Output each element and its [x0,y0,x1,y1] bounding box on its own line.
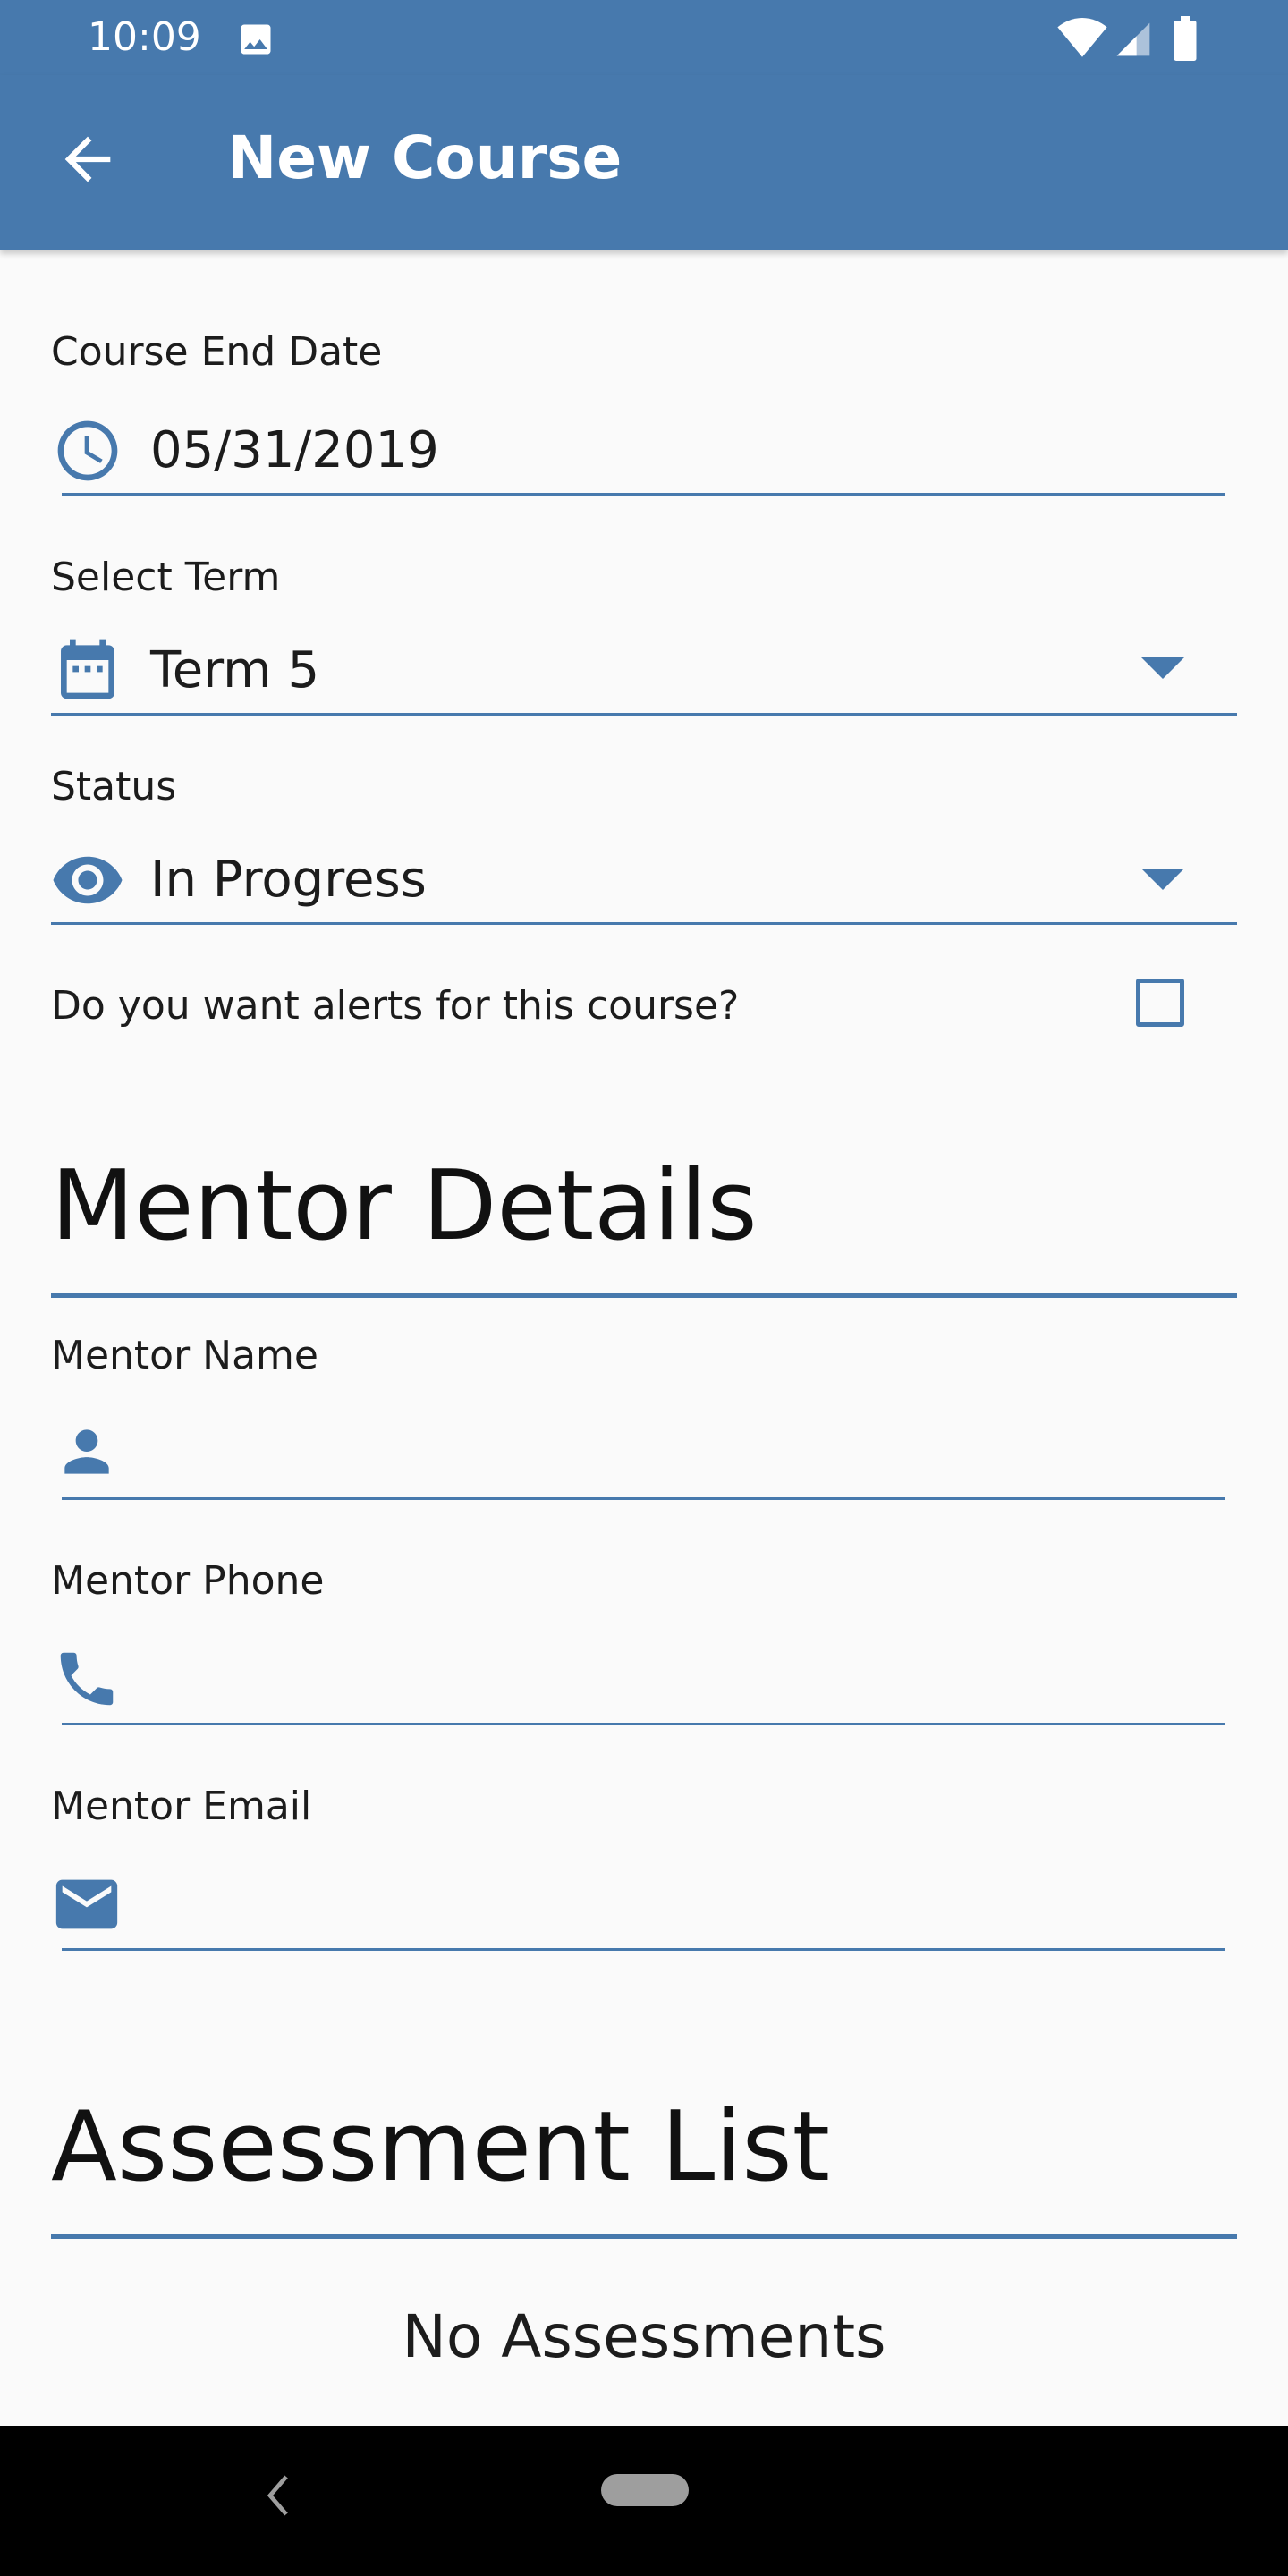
end-date-label: Course End Date [51,329,383,375]
mentor-name-underline [62,1497,1225,1500]
dropdown-arrow-icon[interactable] [1141,866,1184,893]
person-icon [64,1429,109,1474]
clock-icon [57,420,118,481]
nav-home-pill[interactable] [601,2474,689,2506]
mentor-email-underline [62,1948,1225,1951]
no-assessments-text: No Assessments [402,2302,886,2371]
image-icon [241,24,271,55]
mentor-phone-label: Mentor Phone [51,1558,325,1604]
mail-icon [55,1879,118,1929]
assessments-heading-rule [51,2234,1237,2239]
phone-icon [60,1652,114,1706]
status-label: Status [51,764,177,809]
status-time: 10:09 [88,14,201,60]
wifi-icon [1057,18,1107,57]
alerts-checkbox[interactable] [1136,979,1184,1027]
arrow-left-icon[interactable] [54,125,122,193]
term-underline [51,713,1237,716]
eye-icon [53,856,123,904]
mentor-heading: Mentor Details [51,1150,758,1262]
signal-icon [1116,22,1150,56]
end-date-underline [62,493,1225,496]
term-label: Select Term [51,555,281,600]
battery-icon [1174,16,1197,61]
term-select[interactable]: Term 5 [150,639,319,703]
assessments-heading: Assessment List [51,2091,830,2203]
end-date-field[interactable]: 05/31/2019 [150,419,439,483]
mentor-name-label: Mentor Name [51,1333,318,1378]
calendar-icon [61,639,114,699]
status-bar: 10:09 [0,0,1288,75]
status-select[interactable]: In Progress [150,848,427,912]
alerts-label: Do you want alerts for this course? [51,983,740,1029]
mentor-heading-rule [51,1293,1237,1298]
dropdown-arrow-icon[interactable] [1141,655,1184,682]
mentor-email-label: Mentor Email [51,1784,312,1829]
page-title: New Course [227,123,623,192]
mentor-phone-underline [62,1723,1225,1725]
status-underline [51,922,1237,925]
nav-back-icon[interactable] [265,2474,292,2517]
screen: 10:09 New Course Course End Date 05/31/2… [0,0,1288,2576]
app-bar: New Course [0,75,1288,250]
